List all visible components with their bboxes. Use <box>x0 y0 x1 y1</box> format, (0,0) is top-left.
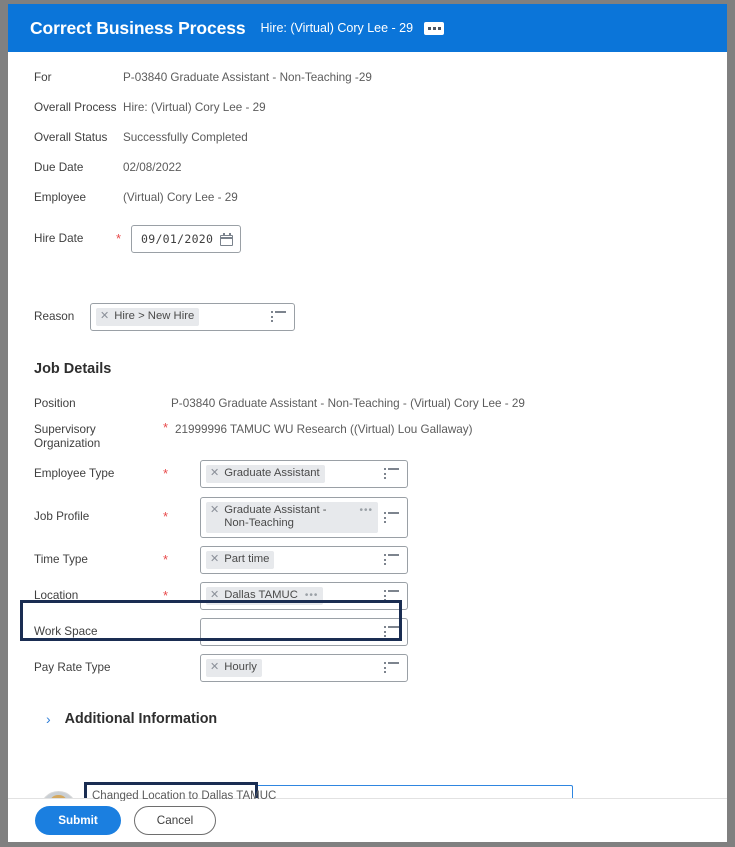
summary-row-employee: Employee (Virtual) Cory Lee - 29 <box>8 189 727 219</box>
summary-row-for: For P-03840 Graduate Assistant - Non-Tea… <box>8 69 727 99</box>
reason-multiselect[interactable]: ✕ Hire > New Hire <box>90 303 295 331</box>
summary-row-overall-status: Overall Status Successfully Completed <box>8 129 727 159</box>
footer-actions: Submit Cancel <box>8 799 727 842</box>
field-label-overall-status: Overall Status <box>34 131 108 144</box>
summary-row-overall-process: Overall Process Hire: (Virtual) Cory Lee… <box>8 99 727 129</box>
status-badge: Successfully Completed <box>123 131 248 144</box>
additional-information-label: Additional Information <box>64 711 218 727</box>
comment-value: Changed Location to Dallas TAMUC <box>92 790 277 801</box>
required-marker-supervisory-organization: * <box>163 420 169 435</box>
header-subtitle: Hire: (Virtual) Cory Lee - 29 <box>260 21 414 35</box>
overflow-dots-icon[interactable]: ••• <box>305 589 319 602</box>
field-label-due-date: Due Date <box>34 161 84 174</box>
field-label-time-type: Time Type <box>34 553 88 566</box>
chevron-right-icon[interactable]: › <box>46 712 51 726</box>
time-type-row: Time Type * ✕ Part time <box>8 545 727 575</box>
field-label-employee: Employee <box>34 191 86 204</box>
time-type-pill-label: Part time <box>224 553 270 565</box>
required-marker-hire-date: * <box>116 231 122 246</box>
field-label-work-space: Work Space <box>34 625 98 638</box>
time-type-pill[interactable]: ✕ Part time <box>206 551 275 569</box>
field-label-location: Location <box>34 589 79 602</box>
list-prompt-icon[interactable] <box>384 554 399 567</box>
pay-rate-type-row: Pay Rate Type ✕ Hourly <box>8 653 727 683</box>
hire-date-input[interactable]: 09/01/2020 <box>131 225 242 253</box>
supervisory-organization-row: Supervisory Organization * 21999996 TAMU… <box>8 420 727 451</box>
reason-row: Reason ✕ Hire > New Hire <box>8 303 727 331</box>
hire-date-row: Hire Date * 09/01/2020 <box>8 219 727 259</box>
field-label-supervisory-organization: Supervisory Organization <box>34 423 101 450</box>
submit-button[interactable]: Submit <box>35 806 121 835</box>
job-profile-row: Job Profile * ✕ Graduate Assistant - Non… <box>8 495 727 539</box>
remove-x-icon[interactable]: ✕ <box>210 589 219 602</box>
employee-type-pill[interactable]: ✕ Graduate Assistant <box>206 465 325 483</box>
field-label-job-profile: Job Profile <box>34 510 90 523</box>
pay-rate-type-pill[interactable]: ✕ Hourly <box>206 659 262 677</box>
field-label-reason: Reason <box>34 310 75 323</box>
remove-x-icon[interactable]: ✕ <box>100 310 109 323</box>
field-label-employee-type: Employee Type <box>34 467 115 480</box>
additional-information-toggle[interactable]: › Additional Information <box>8 711 727 727</box>
list-prompt-icon[interactable] <box>384 662 399 675</box>
required-marker-work-space <box>163 625 200 639</box>
pay-rate-type-pill-label: Hourly <box>224 661 257 673</box>
ellipsis-menu-icon[interactable] <box>424 21 445 35</box>
employee-type-multiselect[interactable]: ✕ Graduate Assistant <box>200 460 408 488</box>
list-prompt-icon[interactable] <box>384 512 399 525</box>
workday-task-window: Correct Business Process Hire: (Virtual)… <box>8 4 727 842</box>
remove-x-icon[interactable]: ✕ <box>210 553 219 566</box>
field-label-overall-process: Overall Process <box>34 101 117 114</box>
list-prompt-icon[interactable] <box>384 468 399 481</box>
pay-rate-type-multiselect[interactable]: ✕ Hourly <box>200 654 408 682</box>
calendar-icon[interactable] <box>220 232 234 246</box>
field-label-pay-rate-type: Pay Rate Type <box>34 661 111 674</box>
position-row: Position P-03840 Graduate Assistant - No… <box>8 395 727 421</box>
field-value-overall-process: Hire: (Virtual) Cory Lee - 29 <box>123 101 266 114</box>
required-marker-location: * <box>163 588 169 603</box>
location-multiselect[interactable]: ✕ Dallas TAMUC ••• <box>200 582 408 610</box>
field-value-due-date: 02/08/2022 <box>123 161 182 174</box>
summary-row-due-date: Due Date 02/08/2022 <box>8 159 727 189</box>
hire-date-value: 09/01/2020 <box>141 232 214 246</box>
required-marker-pay-rate-type <box>163 661 200 675</box>
employee-type-pill-label: Graduate Assistant <box>224 467 320 479</box>
remove-x-icon[interactable]: ✕ <box>210 467 219 480</box>
field-label-for: For <box>34 71 52 84</box>
field-value-position: P-03840 Graduate Assistant - Non-Teachin… <box>171 397 525 410</box>
location-pill[interactable]: ✕ Dallas TAMUC ••• <box>206 587 324 605</box>
work-space-row: Work Space <box>8 617 727 647</box>
page-title: Correct Business Process <box>30 17 246 38</box>
field-value-for: P-03840 Graduate Assistant - Non-Teachin… <box>123 71 372 84</box>
work-space-multiselect[interactable] <box>200 618 408 646</box>
job-details-heading: Job Details <box>34 361 112 377</box>
job-profile-pill[interactable]: ✕ Graduate Assistant - Non-Teaching ••• <box>206 501 378 533</box>
window-header: Correct Business Process Hire: (Virtual)… <box>8 4 727 52</box>
required-marker-time-type: * <box>163 552 169 567</box>
location-pill-label: Dallas TAMUC <box>224 589 298 601</box>
location-row: Location * ✕ Dallas TAMUC ••• <box>8 581 727 611</box>
reason-pill[interactable]: ✕ Hire > New Hire <box>96 308 200 326</box>
job-profile-pill-label: Graduate Assistant - Non-Teaching <box>224 503 327 529</box>
cancel-button[interactable]: Cancel <box>134 806 216 835</box>
employee-type-row: Employee Type * ✕ Graduate Assistant <box>8 459 727 489</box>
remove-x-icon[interactable]: ✕ <box>210 661 219 674</box>
field-label-hire-date: Hire Date <box>34 232 84 245</box>
task-form-body: For P-03840 Graduate Assistant - Non-Tea… <box>8 52 727 801</box>
field-label-position: Position <box>34 397 76 410</box>
field-value-supervisory-organization: 21999996 TAMUC WU Research ((Virtual) Lo… <box>175 423 473 436</box>
list-prompt-icon[interactable] <box>384 626 399 639</box>
required-marker-job-profile: * <box>163 509 169 524</box>
remove-x-icon[interactable]: ✕ <box>210 504 219 517</box>
overflow-dots-icon[interactable]: ••• <box>359 504 373 517</box>
list-prompt-icon[interactable] <box>271 311 286 324</box>
job-profile-multiselect[interactable]: ✕ Graduate Assistant - Non-Teaching ••• <box>200 496 408 538</box>
list-prompt-icon[interactable] <box>384 590 399 603</box>
field-value-employee: (Virtual) Cory Lee - 29 <box>123 191 238 204</box>
screenshot-root: Correct Business Process Hire: (Virtual)… <box>0 0 735 847</box>
reason-pill-label: Hire > New Hire <box>114 310 195 322</box>
time-type-multiselect[interactable]: ✕ Part time <box>200 546 408 574</box>
required-marker-employee-type: * <box>163 466 169 481</box>
